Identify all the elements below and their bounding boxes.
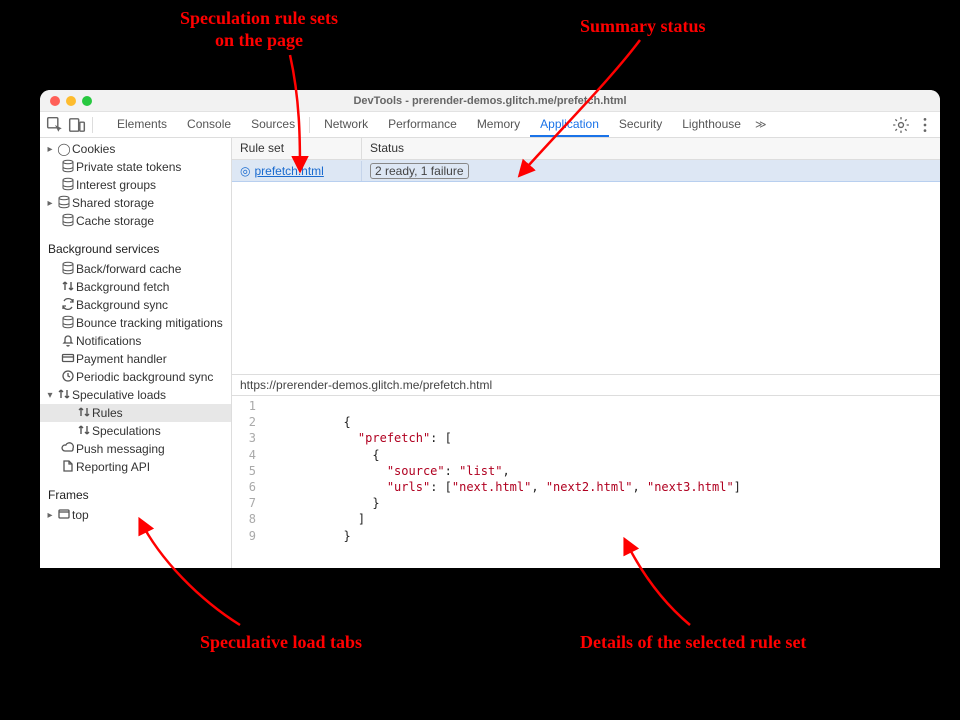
sidebar-item-reporting[interactable]: Reporting API [40, 458, 231, 476]
devtools-toolbar: Elements Console Sources Network Perform… [40, 112, 940, 138]
sidebar-item-periodic[interactable]: Periodic background sync [40, 368, 231, 386]
titlebar: DevTools - prerender-demos.glitch.me/pre… [40, 90, 940, 112]
sidebar-section-background: Background services [40, 230, 231, 260]
sidebar-item-label: Shared storage [72, 196, 154, 210]
frame-icon [56, 507, 72, 524]
ruleset-code[interactable]: 1 2 3 4 5 6 7 8 9 { "prefetch": [ { "sou… [232, 396, 940, 568]
sidebar-section-frames: Frames [40, 476, 231, 506]
sidebar-item-label: Background sync [76, 298, 168, 312]
more-tabs-icon[interactable]: ≫ [751, 118, 771, 131]
tab-sources[interactable]: Sources [241, 112, 305, 137]
sidebar-item-payment[interactable]: Payment handler [40, 350, 231, 368]
sidebar-item-label: Periodic background sync [76, 370, 213, 384]
database-icon [60, 261, 76, 278]
tab-network[interactable]: Network [314, 112, 378, 137]
inspect-icon[interactable] [46, 116, 64, 134]
detail-url: https://prerender-demos.glitch.me/prefet… [232, 374, 940, 396]
sidebar-item-label: Interest groups [76, 178, 156, 192]
updown-icon [76, 405, 92, 422]
sidebar-item-label: Rules [92, 406, 123, 420]
window-title: DevTools - prerender-demos.glitch.me/pre… [40, 95, 940, 107]
sidebar-item-label: Reporting API [76, 460, 150, 474]
sidebar-item-bfcache[interactable]: Back/forward cache [40, 260, 231, 278]
clock-icon [60, 369, 76, 386]
ruleset-row[interactable]: ◎ prefetch.html 2 ready, 1 failure [232, 160, 940, 182]
database-icon [60, 315, 76, 332]
sidebar-item-label: Background fetch [76, 280, 169, 294]
updown-icon [56, 387, 72, 404]
sidebar-item-top-frame[interactable]: ▸ top [40, 506, 231, 524]
bell-icon [60, 333, 76, 350]
sidebar-item-label: Speculative loads [72, 388, 166, 402]
tab-memory[interactable]: Memory [467, 112, 530, 137]
database-icon [60, 213, 76, 230]
kebab-menu-icon[interactable] [916, 116, 934, 134]
database-icon [56, 195, 72, 212]
settings-icon[interactable] [892, 116, 910, 134]
sidebar-item-speculative-loads[interactable]: ▾ Speculative loads [40, 386, 231, 404]
sidebar-item-background-sync[interactable]: Background sync [40, 296, 231, 314]
sidebar-item-background-fetch[interactable]: Background fetch [40, 278, 231, 296]
annotation-label: Speculative load tabs [200, 632, 362, 654]
sidebar-item-cache-storage[interactable]: Cache storage [40, 212, 231, 230]
sidebar-item-label: Payment handler [76, 352, 167, 366]
column-header-status[interactable]: Status [362, 138, 940, 159]
sidebar-item-notifications[interactable]: Notifications [40, 332, 231, 350]
device-icon[interactable] [68, 116, 86, 134]
annotation-label: Summary status [580, 16, 706, 38]
divider [92, 117, 93, 133]
sidebar-item-push[interactable]: Push messaging [40, 440, 231, 458]
sidebar-item-label: Cache storage [76, 214, 154, 228]
sync-icon [60, 297, 76, 314]
target-icon: ◎ [240, 164, 250, 178]
tab-security[interactable]: Security [609, 112, 672, 137]
annotation-label: Speculation rule sets on the page [180, 8, 338, 51]
sidebar-item-label: Back/forward cache [76, 262, 181, 276]
annotation-label: Details of the selected rule set [580, 632, 806, 654]
sidebar-item-label: Speculations [92, 424, 161, 438]
sidebar-item-label: Cookies [72, 142, 115, 156]
divider [309, 117, 310, 133]
document-icon [60, 459, 76, 476]
sidebar-item-label: Bounce tracking mitigations [76, 316, 223, 330]
database-icon [60, 159, 76, 176]
ruleset-table-header: Rule set Status [232, 138, 940, 160]
card-icon [60, 351, 76, 368]
updown-icon [60, 279, 76, 296]
line-gutter: 1 2 3 4 5 6 7 8 9 [232, 398, 264, 566]
panel-tabs: Elements Console Sources Network Perform… [107, 112, 770, 137]
sidebar-item-interest-groups[interactable]: Interest groups [40, 176, 231, 194]
sidebar-item-bounce[interactable]: Bounce tracking mitigations [40, 314, 231, 332]
application-sidebar: ▸◯ Cookies Private state tokens Interest… [40, 138, 232, 568]
sidebar-item-label: Private state tokens [76, 160, 181, 174]
tab-application[interactable]: Application [530, 112, 609, 137]
sidebar-item-label: top [72, 508, 89, 522]
tab-lighthouse[interactable]: Lighthouse [672, 112, 751, 137]
devtools-window: DevTools - prerender-demos.glitch.me/pre… [40, 90, 940, 568]
cookie-icon: ◯ [56, 142, 72, 156]
tab-elements[interactable]: Elements [107, 112, 177, 137]
ruleset-table-body: ◎ prefetch.html 2 ready, 1 failure [232, 160, 940, 374]
sidebar-item-cookies[interactable]: ▸◯ Cookies [40, 140, 231, 158]
updown-icon [76, 423, 92, 440]
sidebar-item-rules[interactable]: Rules [40, 404, 231, 422]
sidebar-item-label: Notifications [76, 334, 141, 348]
tab-performance[interactable]: Performance [378, 112, 467, 137]
database-icon [60, 177, 76, 194]
status-badge: 2 ready, 1 failure [370, 163, 469, 179]
cloud-icon [60, 441, 76, 458]
sidebar-item-private-state-tokens[interactable]: Private state tokens [40, 158, 231, 176]
sidebar-item-label: Push messaging [76, 442, 165, 456]
tab-console[interactable]: Console [177, 112, 241, 137]
column-header-rule-set[interactable]: Rule set [232, 138, 362, 159]
ruleset-name: prefetch.html [254, 164, 323, 178]
sidebar-item-shared-storage[interactable]: ▸ Shared storage [40, 194, 231, 212]
sidebar-item-speculations[interactable]: Speculations [40, 422, 231, 440]
code-content: { "prefetch": [ { "source": "list", "url… [264, 398, 741, 566]
rules-panel: Rule set Status ◎ prefetch.html 2 ready,… [232, 138, 940, 568]
